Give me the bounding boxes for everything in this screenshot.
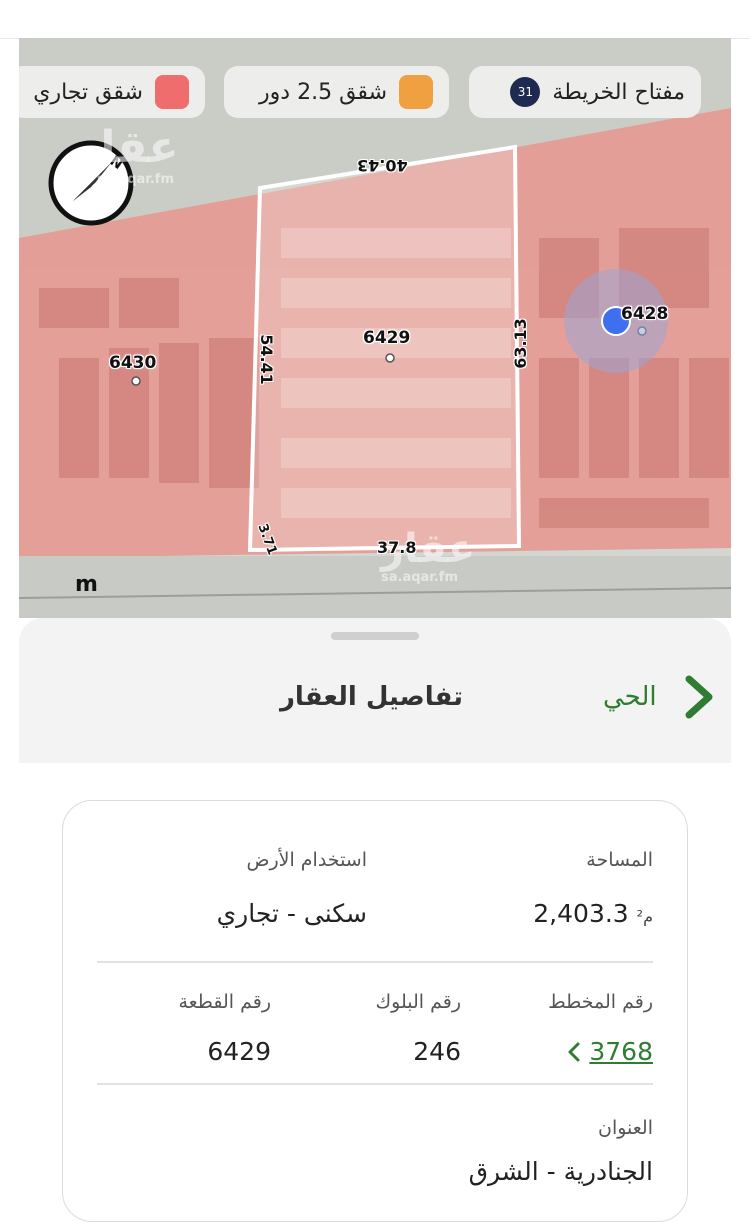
bottom-sheet[interactable]: تفاصيل العقار الحي — [19, 618, 731, 763]
dimension-right: 63.13 — [510, 318, 530, 369]
plan-number-label: رقم المخطط — [548, 991, 653, 1013]
plan-number-value[interactable]: 3768 — [589, 1037, 653, 1066]
land-use-value: سكنى - تجاري — [216, 899, 367, 928]
watermark-url: sa.aqar.fm — [97, 172, 174, 187]
sheet-title: تفاصيل العقار — [279, 682, 463, 712]
divider — [97, 1083, 653, 1085]
status-bar — [0, 0, 750, 39]
legend-count-badge: 31 — [510, 77, 541, 107]
map-legend-button[interactable]: مفتاح الخريطة 31 — [469, 66, 701, 118]
selected-parcel[interactable] — [247, 144, 522, 553]
legend-item-label: شقق 2.5 دور — [259, 79, 387, 105]
watermark-url-bottom: sa.aqar.fm — [381, 570, 458, 585]
block-number-value: 246 — [413, 1037, 461, 1066]
area-value: م² 2,403.3 — [533, 899, 653, 928]
legend-title: مفتاح الخريطة — [552, 79, 685, 105]
plot-number-value: 6429 — [207, 1037, 271, 1066]
dimension-left: 54.41 — [256, 334, 276, 385]
neighborhood-link[interactable]: الحي — [603, 682, 657, 712]
divider — [97, 961, 653, 963]
plot-number-label: رقم القطعة — [178, 991, 271, 1013]
property-details-card: المساحة م² 2,403.3 استخدام الأرض سكنى - … — [62, 800, 688, 1222]
chevron-left-icon — [568, 1042, 580, 1061]
parcel-number-left[interactable]: 6430 — [109, 353, 156, 373]
parcel-number-right[interactable]: 6428 — [621, 304, 668, 324]
sheet-drag-handle[interactable] — [331, 632, 419, 640]
legend-swatch-red — [155, 75, 189, 109]
address-value: الجنادرية - الشرق — [468, 1157, 653, 1186]
chevron-right-icon[interactable] — [681, 673, 717, 721]
area-number: 2,403.3 — [533, 899, 629, 928]
legend-item-commercial[interactable]: شقق تجاري — [19, 66, 205, 118]
parcel-number-main[interactable]: 6429 — [363, 328, 410, 348]
dimension-top: 40.43 — [357, 156, 408, 175]
scale-unit: m — [75, 572, 98, 597]
watermark-logo: عقار — [75, 122, 179, 173]
dimension-bottom: 37.8 — [377, 538, 417, 557]
address-label: العنوان — [597, 1117, 653, 1139]
legend-item-label: شقق تجاري — [33, 79, 143, 105]
legend-item-apartments[interactable]: شقق 2.5 دور — [224, 66, 449, 118]
area-label: المساحة — [586, 849, 653, 871]
map-view[interactable]: N عقار sa.aqar.fm عقار sa.aqar.fm مفتاح … — [19, 38, 731, 618]
area-unit: م² — [636, 907, 653, 926]
legend-swatch-orange — [399, 75, 433, 109]
land-use-label: استخدام الأرض — [246, 849, 367, 871]
block-number-label: رقم البلوك — [375, 991, 461, 1013]
plan-number-link[interactable]: 3768 — [567, 1037, 653, 1066]
